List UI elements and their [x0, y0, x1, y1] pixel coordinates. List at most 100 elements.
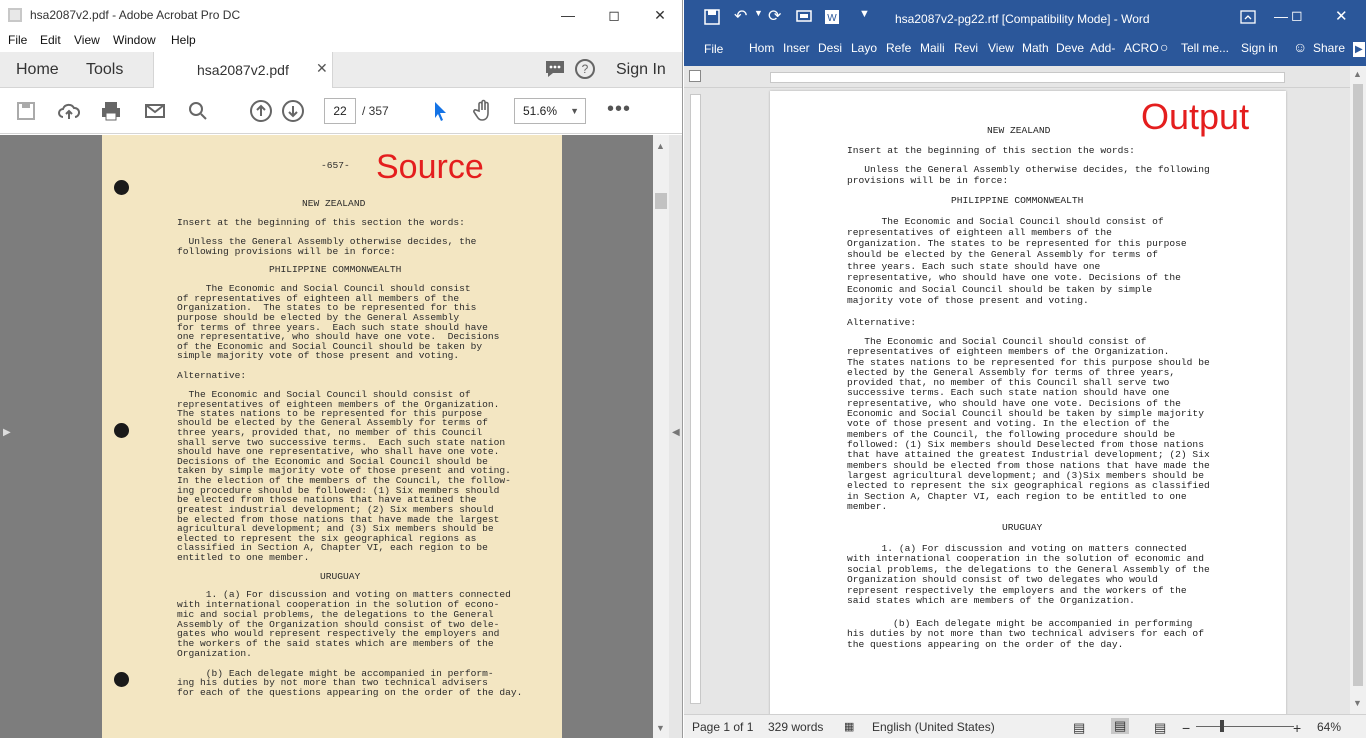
doc-text-line[interactable]: said states which are members of the Org… — [847, 595, 1135, 606]
more-options-icon[interactable]: ••• — [607, 98, 631, 121]
screen-icon[interactable] — [796, 9, 812, 25]
ribbon-tab-view[interactable]: View — [988, 41, 1014, 55]
status-page-count[interactable]: Page 1 of 1 — [692, 720, 753, 734]
zoom-dropdown[interactable]: 51.6% ▼ — [514, 98, 586, 124]
sign-in-link[interactable]: Sign in — [1241, 41, 1278, 55]
undo-icon[interactable]: ↶ — [734, 6, 747, 26]
ribbon-tab-references[interactable]: Refe — [886, 41, 911, 55]
select-cursor-icon[interactable] — [428, 99, 452, 123]
scroll-up-icon[interactable]: ▲ — [1353, 69, 1362, 79]
scroll-down-icon[interactable]: ▼ — [1353, 698, 1362, 708]
zoom-in-icon[interactable]: + — [1293, 720, 1301, 736]
doc-text-line[interactable]: his duties by not more than two technica… — [847, 628, 1204, 639]
doc-text-line[interactable]: in Section A, Chapter VI, each region to… — [847, 491, 1187, 502]
scroll-down-icon[interactable]: ▼ — [656, 723, 665, 733]
read-mode-icon[interactable]: ▤ — [1073, 720, 1085, 736]
ribbon-tab-insert[interactable]: Inser — [783, 41, 810, 55]
minimize-icon[interactable]: — — [1274, 8, 1288, 24]
close-icon[interactable]: ✕ — [637, 0, 682, 30]
vertical-ruler-bar[interactable] — [690, 94, 701, 704]
doc-text-line[interactable]: with international cooperation in the so… — [847, 553, 1204, 564]
doc-text-line[interactable]: The Economic and Social Council should c… — [847, 216, 1164, 227]
doc-text-line[interactable]: elected to represent the six geographica… — [847, 480, 1210, 491]
doc-text-line[interactable]: representatives of eighteen all members … — [847, 227, 1112, 238]
ribbon-display-icon[interactable] — [1240, 10, 1256, 24]
doc-text-line[interactable]: majority vote of those present and votin… — [847, 295, 1089, 306]
proofing-icon[interactable]: ▦ — [844, 720, 854, 733]
zoom-slider-thumb[interactable] — [1220, 720, 1224, 732]
tell-me-input[interactable]: Tell me... — [1181, 41, 1229, 55]
ribbon-tab-review[interactable]: Revi — [954, 41, 978, 55]
save-icon[interactable] — [14, 99, 38, 123]
horizontal-ruler[interactable] — [684, 66, 1366, 88]
menu-help[interactable]: Help — [171, 33, 196, 47]
ribbon-tab-addins[interactable]: Add- — [1090, 41, 1115, 55]
save-icon[interactable] — [704, 9, 720, 25]
scroll-up-icon[interactable]: ▲ — [656, 141, 665, 151]
hand-tool-icon[interactable] — [471, 99, 495, 123]
doc-text-line[interactable]: successive terms. Each such state nation… — [847, 387, 1169, 398]
ribbon-tab-acrobat[interactable]: ACRO — [1124, 41, 1159, 55]
doc-heading[interactable]: PHILIPPINE COMMONWEALTH — [951, 195, 1083, 206]
sign-in-link[interactable]: Sign In — [616, 61, 666, 79]
redo-icon[interactable]: ⟳ — [768, 6, 781, 26]
scrollbar-thumb[interactable] — [1353, 84, 1363, 686]
print-icon[interactable] — [99, 99, 123, 123]
doc-text-line[interactable]: Economic and Social Council should be ta… — [847, 284, 1152, 295]
zoom-slider[interactable] — [1196, 726, 1294, 727]
print-layout-icon[interactable]: ▤ — [1111, 718, 1130, 734]
upload-cloud-icon[interactable] — [57, 99, 81, 123]
tab-document[interactable]: hsa2087v2.pdf ✕ — [153, 52, 333, 88]
maximize-icon[interactable]: ◻ — [1291, 7, 1303, 24]
status-word-count[interactable]: 329 words — [768, 720, 823, 734]
comment-icon[interactable] — [544, 59, 566, 79]
tab-home[interactable]: Home — [16, 61, 59, 79]
menu-view[interactable]: View — [74, 33, 100, 47]
doc-heading[interactable]: URUGUAY — [1002, 522, 1042, 533]
ribbon-tab-layout[interactable]: Layo — [851, 41, 877, 55]
doc-text-line[interactable]: that have attained the greatest Industri… — [847, 449, 1210, 460]
vertical-ruler[interactable] — [684, 88, 706, 714]
maximize-icon[interactable]: ◻ — [591, 0, 637, 30]
tab-close-icon[interactable]: ✕ — [316, 60, 328, 77]
word-doc-icon[interactable]: W — [824, 9, 840, 25]
doc-text-line[interactable]: provisions will be in force: — [847, 175, 1008, 186]
undo-dropdown-icon[interactable]: ▼ — [754, 8, 763, 18]
tab-selector[interactable] — [689, 70, 701, 82]
menu-edit[interactable]: Edit — [40, 33, 61, 47]
tab-tools[interactable]: Tools — [86, 61, 123, 79]
word-document-page[interactable]: NEW ZEALAND Insert at the beginning of th… — [770, 91, 1286, 719]
doc-text-line[interactable]: the questions appearing on the order of … — [847, 639, 1123, 650]
ribbon-tab-home[interactable]: Hom — [749, 41, 774, 55]
left-panel-toggle-icon[interactable]: ▶ — [3, 427, 11, 438]
doc-text-line[interactable]: Organization should consist of two deleg… — [847, 574, 1158, 585]
doc-text-line[interactable]: representative, who should have one vote… — [847, 272, 1181, 283]
page-up-icon[interactable] — [249, 99, 273, 123]
web-layout-icon[interactable]: ▤ — [1154, 720, 1166, 736]
ribbon-tab-mailings[interactable]: Maili — [920, 41, 945, 55]
ruler-bar[interactable] — [770, 72, 1285, 83]
search-icon[interactable] — [186, 99, 210, 123]
doc-text-line[interactable]: Alternative: — [847, 317, 916, 328]
help-icon[interactable]: ? — [574, 58, 596, 80]
pdf-vertical-scrollbar[interactable]: ▲ ▼ — [653, 135, 669, 738]
status-language[interactable]: English (United States) — [872, 720, 995, 734]
scrollbar-thumb[interactable] — [655, 193, 667, 209]
ribbon-tab-file[interactable]: File — [704, 42, 723, 56]
menu-file[interactable]: File — [8, 33, 27, 47]
menu-window[interactable]: Window — [113, 33, 156, 47]
doc-text-line[interactable]: should be elected by the General Assembl… — [847, 249, 1158, 260]
zoom-out-icon[interactable]: − — [1182, 720, 1190, 736]
share-button[interactable]: Share — [1313, 41, 1345, 55]
doc-heading[interactable]: NEW ZEALAND — [987, 125, 1050, 136]
doc-text-line[interactable]: three years. Each such state should have… — [847, 261, 1100, 272]
ribbon-scroll-icon[interactable]: ▶ — [1353, 42, 1365, 57]
close-icon[interactable]: ✕ — [1335, 7, 1348, 25]
status-zoom-level[interactable]: 64% — [1317, 720, 1341, 734]
word-vertical-scrollbar[interactable]: ▲ ▼ — [1350, 66, 1366, 714]
doc-text-line[interactable]: member. — [847, 501, 887, 512]
qat-customize-icon[interactable]: ▼ — [859, 8, 870, 20]
pdf-viewport[interactable]: ▶ -657- NEW ZEALAND Insert at the beginnin… — [0, 135, 682, 738]
doc-text-line[interactable]: Organization. The states to be represent… — [847, 238, 1187, 249]
doc-text-line[interactable]: representatives of eighteen members of t… — [847, 346, 1169, 357]
